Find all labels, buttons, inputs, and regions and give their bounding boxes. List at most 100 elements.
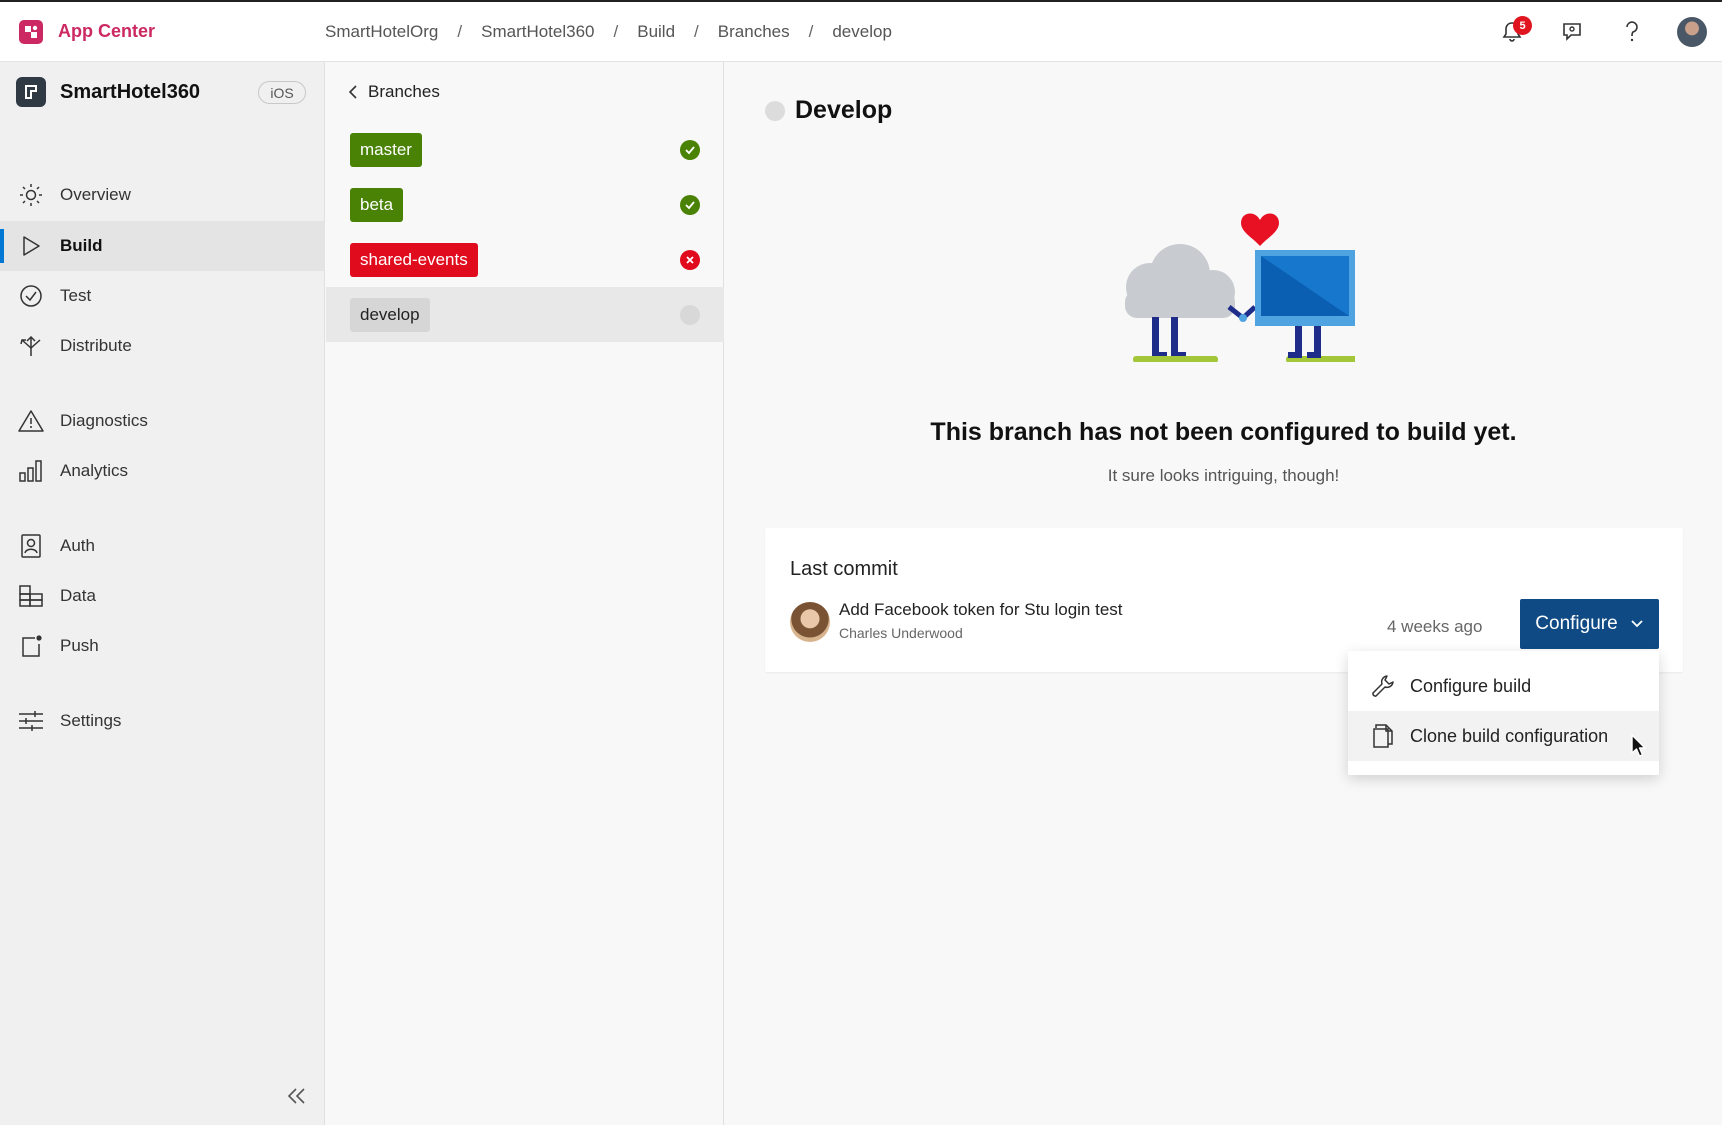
configure-dropdown-menu: Configure build Clone build configuratio… bbox=[1348, 651, 1659, 775]
sidebar-item-build[interactable]: Build bbox=[0, 221, 325, 271]
notification-count-badge: 5 bbox=[1513, 16, 1532, 35]
branch-row-shared-events[interactable]: shared-events bbox=[326, 232, 724, 287]
question-mark-icon bbox=[1626, 21, 1638, 42]
branch-row-beta[interactable]: beta bbox=[326, 177, 724, 232]
play-icon bbox=[18, 233, 44, 259]
copy-icon bbox=[1373, 724, 1393, 748]
sidebar-item-label: Overview bbox=[60, 185, 131, 204]
breadcrumb-separator: / bbox=[457, 21, 463, 41]
mouse-pointer-icon bbox=[1631, 734, 1646, 757]
success-check-icon bbox=[680, 195, 700, 215]
sidebar-item-label: Test bbox=[60, 286, 92, 305]
double-chevron-left-icon bbox=[287, 1088, 305, 1104]
sidebar-item-diagnostics[interactable]: Diagnostics bbox=[0, 396, 325, 446]
empty-state-subtitle: It sure looks intriguing, though! bbox=[1107, 466, 1340, 485]
branches-back-link[interactable]: Branches bbox=[348, 82, 440, 102]
breadcrumb-current: develop bbox=[832, 21, 892, 41]
sidebar-item-label: Settings bbox=[60, 711, 122, 730]
user-avatar bbox=[1677, 17, 1707, 47]
breadcrumb-separator: / bbox=[694, 21, 699, 41]
sidebar-item-push[interactable]: Push bbox=[0, 621, 325, 671]
menu-item-clone-build-configuration[interactable]: Clone build configuration bbox=[1348, 711, 1659, 761]
commit-author: Charles Underwood bbox=[839, 625, 963, 641]
branch-tag: develop bbox=[350, 298, 430, 332]
help-button[interactable] bbox=[1602, 2, 1662, 62]
chevron-down-icon bbox=[1631, 620, 1643, 628]
error-x-icon bbox=[680, 250, 700, 270]
cloud-and-computer-illustration bbox=[1125, 213, 1355, 362]
distribute-icon bbox=[18, 333, 44, 359]
breadcrumb-build[interactable]: Build bbox=[637, 22, 675, 42]
app-header[interactable]: SmartHotel360 iOS bbox=[0, 62, 324, 122]
last-commit-heading: Last commit bbox=[790, 558, 898, 580]
configure-button-label: Configure bbox=[1535, 613, 1618, 634]
branch-row-develop[interactable]: develop bbox=[326, 287, 724, 342]
check-circle-icon bbox=[18, 283, 44, 309]
sidebar-item-data[interactable]: Data bbox=[0, 571, 325, 621]
database-icon bbox=[18, 583, 44, 609]
branches-back-label: Branches bbox=[368, 82, 440, 101]
breadcrumb: SmartHotelOrg / SmartHotel360 / Build / … bbox=[325, 22, 892, 42]
status-dot-icon bbox=[765, 100, 785, 121]
sliders-icon bbox=[18, 708, 44, 734]
wrench-icon bbox=[1372, 675, 1394, 697]
main-content: Develop This branch has not been configu… bbox=[725, 62, 1722, 1125]
branch-tag: master bbox=[350, 133, 422, 167]
configure-button[interactable]: Configure bbox=[1520, 599, 1659, 649]
push-notification-icon bbox=[18, 633, 44, 659]
empty-state-title: This branch has not been configured to b… bbox=[930, 418, 1517, 446]
menu-item-label: Configure build bbox=[1410, 675, 1532, 696]
page-title-text: Develop bbox=[795, 96, 893, 124]
sidebar-item-overview[interactable]: Overview bbox=[0, 170, 325, 220]
sidebar-item-label: Data bbox=[60, 586, 96, 605]
commit-info: Add Facebook token for Stu login test Ch… bbox=[839, 600, 1123, 641]
sidebar-item-label: Push bbox=[60, 636, 99, 655]
branch-tag: shared-events bbox=[350, 243, 478, 277]
sidebar-item-settings[interactable]: Settings bbox=[0, 696, 325, 746]
platform-badge: iOS bbox=[258, 81, 306, 104]
top-actions: 5 bbox=[1482, 2, 1722, 62]
sidebar-item-label: Distribute bbox=[60, 336, 132, 355]
sidebar-item-label: Auth bbox=[60, 536, 95, 555]
breadcrumb-branches[interactable]: Branches bbox=[718, 22, 790, 42]
brand[interactable]: App Center bbox=[0, 17, 325, 47]
user-menu-button[interactable] bbox=[1662, 2, 1722, 62]
sun-icon bbox=[18, 182, 44, 208]
sidebar: SmartHotel360 iOS Overview Build Test Di… bbox=[0, 62, 325, 1125]
contact-card-icon bbox=[18, 533, 44, 559]
sidebar-item-analytics[interactable]: Analytics bbox=[0, 446, 325, 496]
breadcrumb-separator: / bbox=[613, 21, 619, 41]
sidebar-item-label: Diagnostics bbox=[60, 411, 148, 430]
sidebar-item-label: Build bbox=[60, 236, 103, 255]
not-configured-dot-icon bbox=[680, 305, 700, 325]
breadcrumb-separator: / bbox=[808, 21, 814, 41]
bar-chart-icon bbox=[18, 458, 44, 484]
sidebar-item-label: Analytics bbox=[60, 461, 129, 480]
breadcrumb-app[interactable]: SmartHotel360 bbox=[481, 22, 594, 42]
commit-timestamp: 4 weeks ago bbox=[1387, 617, 1483, 636]
sidebar-item-auth[interactable]: Auth bbox=[0, 521, 325, 571]
branch-panel: Branches master beta shared-events devel… bbox=[326, 62, 724, 1125]
top-bar: App Center SmartHotelOrg / SmartHotel360… bbox=[0, 0, 1722, 62]
app-center-logo-icon bbox=[19, 19, 43, 44]
chevron-left-icon bbox=[348, 85, 357, 99]
breadcrumb-org[interactable]: SmartHotelOrg bbox=[325, 22, 438, 42]
menu-item-configure-build[interactable]: Configure build bbox=[1348, 661, 1659, 711]
branch-tag: beta bbox=[350, 188, 404, 222]
menu-item-label: Clone build configuration bbox=[1410, 725, 1609, 746]
sidebar-item-distribute[interactable]: Distribute bbox=[0, 321, 325, 371]
feedback-button[interactable] bbox=[1542, 2, 1602, 62]
branch-row-master[interactable]: master bbox=[326, 122, 724, 177]
success-check-icon bbox=[680, 140, 700, 160]
sidebar-item-test[interactable]: Test bbox=[0, 271, 325, 321]
notifications-button[interactable]: 5 bbox=[1482, 2, 1542, 62]
commit-author-avatar bbox=[790, 602, 830, 642]
commit-message[interactable]: Add Facebook token for Stu login test bbox=[839, 600, 1123, 620]
page-title: Develop bbox=[765, 96, 892, 125]
app-name: SmartHotel360 bbox=[60, 80, 201, 103]
collapse-sidebar-button[interactable] bbox=[282, 1082, 310, 1110]
feedback-icon bbox=[1563, 23, 1581, 41]
app-icon bbox=[16, 77, 46, 107]
warning-icon bbox=[18, 408, 44, 434]
brand-name: App Center bbox=[58, 21, 156, 41]
